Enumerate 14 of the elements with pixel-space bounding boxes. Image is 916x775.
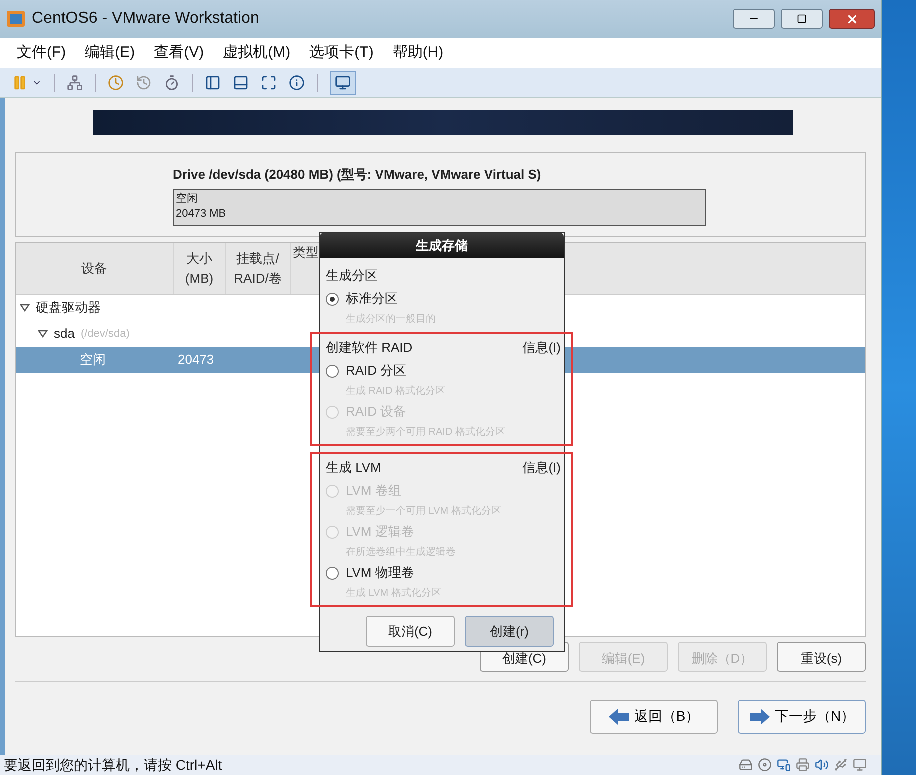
dialog-title: 生成存储 <box>320 233 564 258</box>
device-name: sda <box>54 325 75 344</box>
section-heading: 生成分区 <box>326 267 378 286</box>
bar-size: 20473 MB <box>176 207 228 222</box>
device-name: 硬盘驱动器 <box>36 299 101 318</box>
device-path: (/dev/sda) <box>80 326 130 342</box>
drive-title: Drive /dev/sda (20480 MB) (型号: VMware, VMware Virtual S) <box>173 166 542 184</box>
window-title: CentOS6 - VMware Workstation <box>32 9 260 29</box>
section-heading: 生成 LVM <box>326 459 382 478</box>
device-name: 空闲 <box>80 351 106 370</box>
size-cell-text: 20473 <box>177 351 216 370</box>
bar-label: 空闲 <box>176 192 199 207</box>
status-text: 要返回到您的计算机，请按 Ctrl+Alt <box>4 756 222 774</box>
section-heading: 创建软件 RAID <box>326 339 413 358</box>
